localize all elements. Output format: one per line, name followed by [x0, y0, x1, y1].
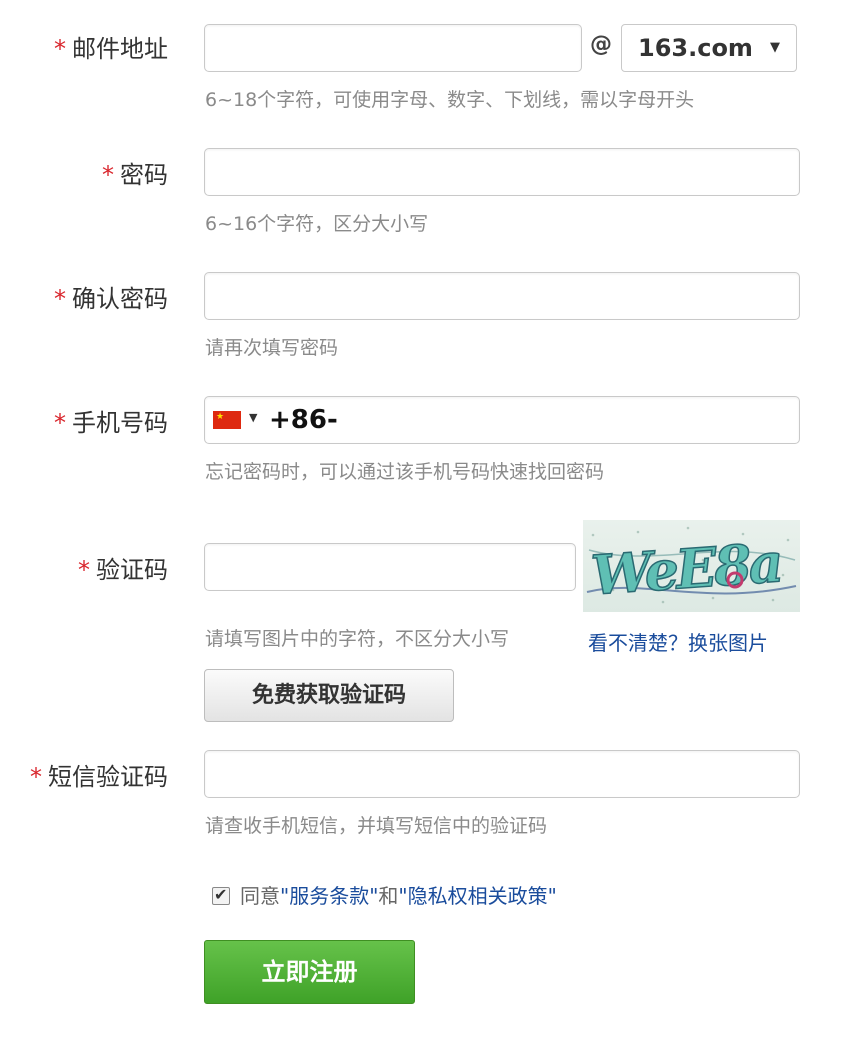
captcha-image[interactable]: WeE8a [583, 520, 800, 612]
get-sms-code-button[interactable]: 免费获取验证码 [204, 669, 454, 722]
confirm-password-hint: 请再次填写密码 [205, 337, 339, 359]
refresh-captcha-link[interactable]: 看不清楚？换张图片 [588, 627, 768, 656]
checkmark-icon: ✔ [214, 885, 228, 904]
sms-code-hint: 请查收手机短信，并填写短信中的验证码 [205, 815, 548, 837]
required-mark: * [30, 763, 42, 791]
required-mark: * [102, 161, 114, 189]
email-domain-value: 163.com [638, 34, 753, 62]
captcha-input[interactable] [204, 543, 576, 591]
password-label: * 密码 [102, 161, 168, 189]
sms-code-input[interactable] [204, 750, 800, 798]
chevron-down-icon[interactable]: ▼ [249, 411, 257, 424]
required-mark: * [78, 556, 90, 584]
password-input[interactable] [204, 148, 800, 196]
captcha-text: WeE8a [589, 530, 782, 607]
terms-link[interactable]: "服务条款" [280, 884, 378, 908]
agreement: ✔ 同意"服务条款"和"隐私权相关政策" [212, 884, 557, 908]
email-domain-select[interactable]: 163.com ▼ [621, 24, 797, 72]
register-button[interactable]: 立即注册 [204, 940, 415, 1004]
phone-label: * 手机号码 [54, 409, 168, 437]
captcha-noise-icon: WeE8a [586, 526, 797, 608]
email-label: * 邮件地址 [54, 35, 168, 63]
chevron-down-icon: ▼ [770, 40, 780, 55]
china-flag-icon[interactable]: ★ [213, 411, 241, 429]
confirm-password-input[interactable] [204, 272, 800, 320]
privacy-link[interactable]: "隐私权相关政策" [398, 884, 556, 908]
at-sign: @ [590, 32, 612, 57]
required-mark: * [54, 285, 66, 313]
phone-hint: 忘记密码时，可以通过该手机号码快速找回密码 [205, 461, 605, 483]
phone-prefix: +86- [269, 405, 338, 435]
phone-input[interactable]: ★ ▼ +86- [204, 396, 800, 444]
captcha-label: * 验证码 [78, 556, 168, 584]
sms-code-label: * 短信验证码 [30, 763, 168, 791]
email-hint: 6~18个字符，可使用字母、数字、下划线，需以字母开头 [205, 89, 695, 111]
agreement-checkbox[interactable]: ✔ [212, 885, 230, 905]
password-hint: 6~16个字符，区分大小写 [205, 213, 429, 235]
confirm-password-label: * 确认密码 [54, 285, 168, 313]
email-input[interactable] [204, 24, 582, 72]
required-mark: * [54, 35, 66, 63]
captcha-hint: 请填写图片中的字符，不区分大小写 [205, 628, 510, 650]
required-mark: * [54, 409, 66, 437]
